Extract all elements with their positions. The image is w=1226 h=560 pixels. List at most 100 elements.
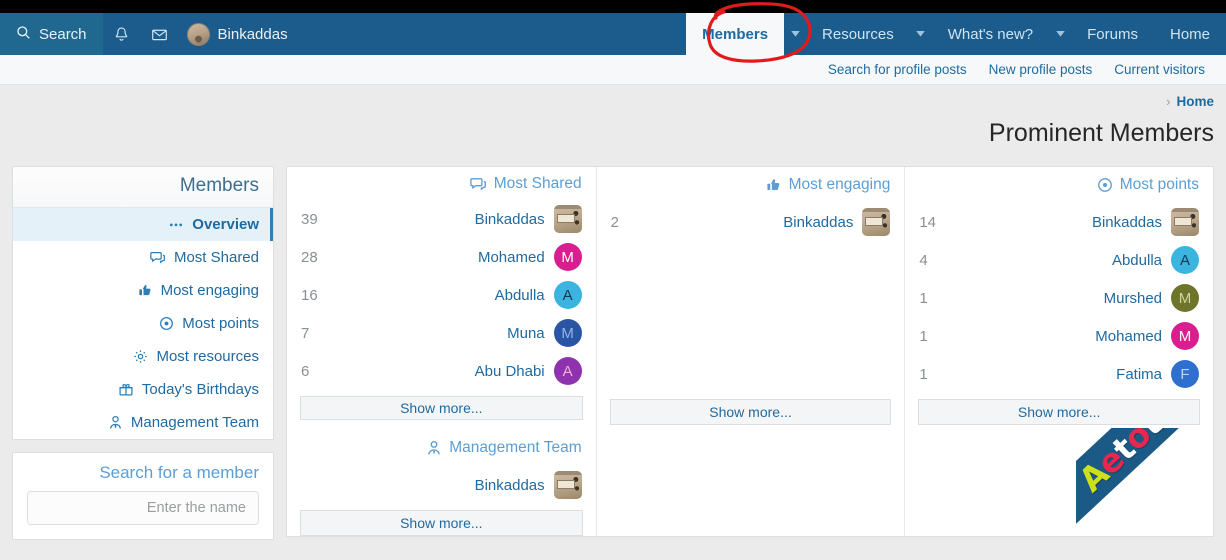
member-name[interactable]: Mohamed [1095, 328, 1162, 345]
sidebar-item-label: Most Shared [173, 249, 259, 266]
member-search-input[interactable] [38, 499, 248, 517]
avatar[interactable]: A [1171, 246, 1199, 274]
account-menu[interactable]: Binkaddas [179, 13, 302, 55]
avatar[interactable]: M [553, 243, 582, 271]
member-row[interactable]: A Abu Dhabi 6 [287, 352, 596, 390]
member-list: Binkaddas 2 [597, 203, 905, 241]
member-row[interactable]: M Murshed 1 [905, 279, 1213, 317]
member-name[interactable]: Binkaddas [783, 214, 853, 231]
nav-item-what-s-new[interactable]: ?What's new [932, 13, 1049, 55]
content-area: Most points Binkaddas 14 A Abdulla 4 M Murshed 1… [0, 166, 1226, 560]
member-row[interactable]: Binkaddas 14 [905, 203, 1213, 241]
member-row[interactable]: F Fatima 1 [905, 355, 1213, 393]
search-button[interactable]: Search [0, 13, 103, 55]
show-more-button[interactable]: ...Show more [609, 399, 892, 425]
chevron-down-icon[interactable] [784, 13, 806, 55]
sidebar-item-today-s-birthdays[interactable]: Today's Birthdays [13, 373, 273, 406]
points-circle-icon [1097, 177, 1113, 193]
secondary-navbar: Current visitors New profile posts Search … [0, 55, 1226, 85]
envelope-icon[interactable] [141, 13, 179, 55]
page-header: Home ‹ Prominent Members [0, 86, 1226, 148]
avatar[interactable] [1171, 208, 1199, 236]
avatar[interactable]: A [553, 281, 582, 309]
subnav-item-2[interactable]: Search for profile posts [817, 62, 978, 77]
member-list: Binkaddas 39 M Mohamed 28 A Abdulla 16 M Muna 7 A Ab… [287, 200, 596, 390]
sidebar-search-panel: Search for a member [12, 452, 274, 540]
nav-item-resources[interactable]: Resources [806, 13, 910, 55]
subnav-item-0[interactable]: Current visitors [1103, 62, 1216, 77]
sidebar-item-most-points[interactable]: Most points [13, 307, 273, 340]
member-name[interactable]: Muna [507, 325, 545, 342]
comments-icon [469, 176, 487, 192]
member-row[interactable]: M Mohamed 1 [905, 317, 1213, 355]
member-name[interactable]: Abdulla [495, 287, 545, 304]
management-team-header[interactable]: Management Team [287, 430, 596, 466]
avatar[interactable]: M [1171, 284, 1199, 312]
sidebar-members-panel: Members Overview Most Shared Most engagi… [12, 166, 274, 440]
nav-item-label: Home [1169, 25, 1210, 43]
nav-item-forums[interactable]: Forums [1071, 13, 1154, 55]
column-header[interactable]: Most Shared [287, 167, 596, 200]
member-count: 14 [919, 213, 937, 231]
member-name[interactable]: Murshed [1104, 290, 1162, 307]
account-name: Binkaddas [217, 25, 288, 43]
avatar[interactable]: F [1171, 360, 1199, 388]
search-panel-title: Search for a member [99, 463, 259, 482]
member-name[interactable]: Mohamed [478, 249, 545, 266]
nav-links: Home Forums ?What's new Resources Members [686, 13, 1226, 55]
nav-item-home[interactable]: Home [1154, 13, 1226, 55]
member-row[interactable]: Binkaddas 2 [597, 203, 905, 241]
member-row[interactable]: M Mohamed 28 [287, 238, 596, 276]
member-name[interactable]: Binkaddas [1092, 214, 1162, 231]
column-header[interactable]: Most points [905, 167, 1213, 203]
nav-item-label: Members [702, 25, 769, 43]
gift-icon [118, 382, 134, 397]
avatar [186, 22, 210, 46]
member-name[interactable]: Abu Dhabi [475, 363, 545, 380]
breadcrumb-home[interactable]: Home [1176, 94, 1214, 109]
column-title: Management Team [449, 439, 582, 456]
avatar[interactable] [553, 471, 582, 499]
notable-column: Most points Binkaddas 14 A Abdulla 4 M Murshed 1… [904, 167, 1213, 536]
member-count: 39 [300, 210, 318, 228]
member-row[interactable]: Binkaddas [287, 466, 596, 504]
show-more-button[interactable]: ...Show more [918, 399, 1200, 425]
sidebar-item-management-team[interactable]: Management Team [13, 406, 273, 439]
ellipsis-icon [168, 218, 184, 231]
nav-item-members[interactable]: Members [686, 13, 785, 55]
member-name[interactable]: Binkaddas [475, 477, 545, 494]
member-search-field[interactable] [27, 491, 259, 525]
breadcrumb: Home ‹ [12, 86, 1214, 116]
member-count: 1 [919, 289, 928, 307]
member-count: 1 [919, 327, 928, 345]
sidebar-item-label: Overview [192, 216, 259, 233]
member-row[interactable]: A Abdulla 4 [905, 241, 1213, 279]
sidebar-item-most-engaging[interactable]: Most engaging [13, 274, 273, 307]
column-header[interactable]: Most engaging [597, 167, 905, 203]
member-count: 1 [919, 365, 928, 383]
avatar[interactable]: M [553, 319, 582, 347]
member-name[interactable]: Fatima [1116, 366, 1162, 383]
bell-icon[interactable] [103, 13, 141, 55]
chevron-down-icon[interactable] [910, 13, 932, 55]
member-count: 28 [300, 248, 318, 266]
chevron-left-icon: ‹ [1166, 93, 1171, 109]
sidebar-item-most-shared[interactable]: Most Shared [13, 241, 273, 274]
sidebar-item-most-resources[interactable]: Most resources [13, 340, 273, 373]
show-more-button[interactable]: ...Show more [299, 396, 583, 420]
member-name[interactable]: Binkaddas [475, 211, 545, 228]
avatar[interactable]: M [1171, 322, 1199, 350]
show-more-button[interactable]: ...Show more [299, 510, 583, 536]
member-row[interactable]: A Abdulla 16 [287, 276, 596, 314]
sidebar-item-overview[interactable]: Overview [13, 208, 273, 241]
avatar[interactable]: A [553, 357, 582, 385]
chevron-down-icon[interactable] [1049, 13, 1071, 55]
subnav-item-1[interactable]: New profile posts [978, 62, 1104, 77]
member-name[interactable]: Abdulla [1112, 252, 1162, 269]
avatar[interactable] [862, 208, 891, 236]
member-row[interactable]: Binkaddas 39 [287, 200, 596, 238]
member-row[interactable]: M Muna 7 [287, 314, 596, 352]
avatar[interactable] [553, 205, 582, 233]
sidebar-item-label: Most engaging [160, 282, 259, 299]
